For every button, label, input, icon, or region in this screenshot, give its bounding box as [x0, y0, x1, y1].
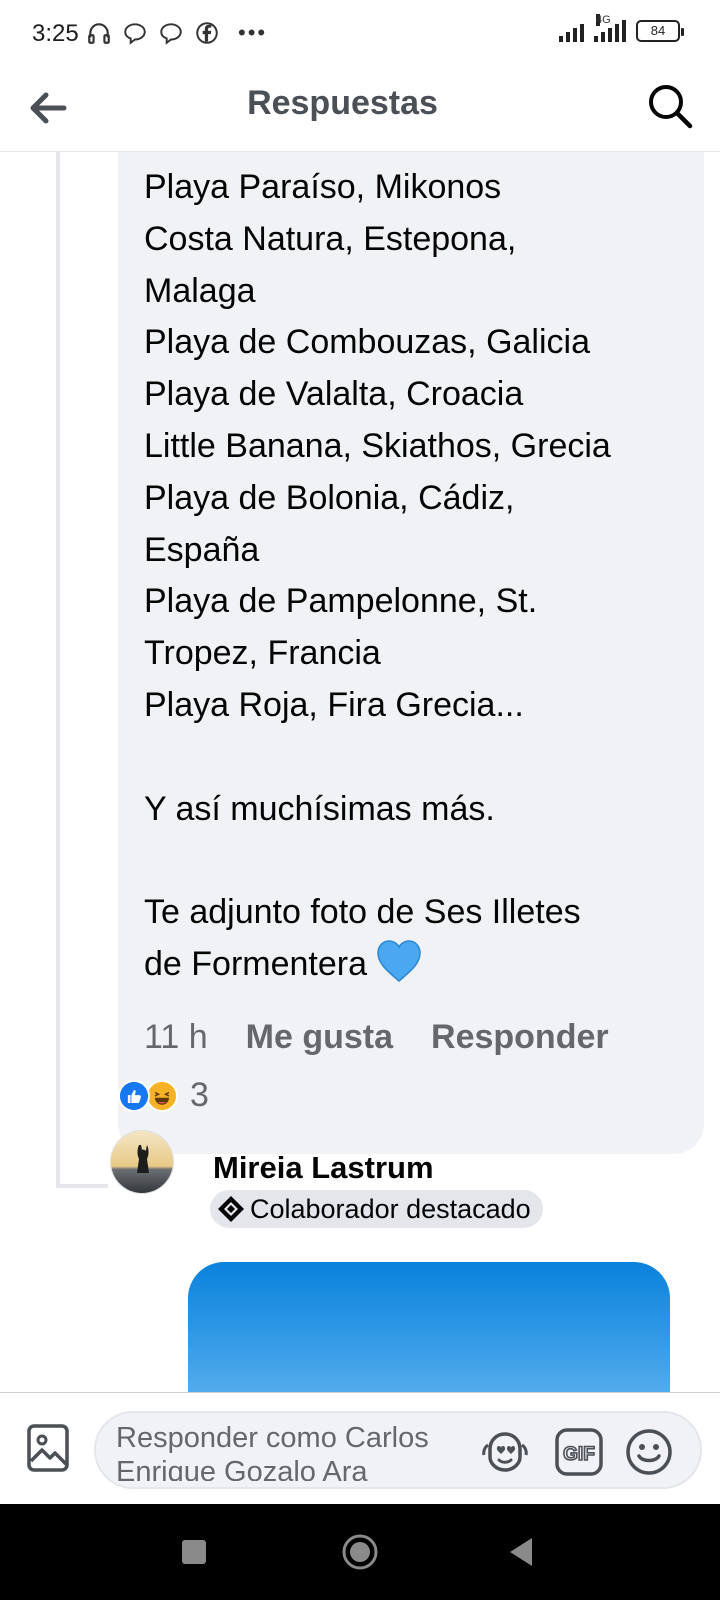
- featured-contributor-icon: [218, 1196, 244, 1222]
- svg-text:GIF: GIF: [563, 1444, 595, 1465]
- system-nav-bar: [0, 1504, 720, 1600]
- emoji-icon[interactable]: [624, 1427, 674, 1477]
- sticker-icon[interactable]: [480, 1427, 530, 1477]
- contributor-badge[interactable]: Colaborador destacado: [210, 1190, 543, 1228]
- comment-time: 11 h: [144, 1018, 208, 1056]
- reply-input-placeholder: Responder como Carlos Enrique Gozalo Ara: [116, 1422, 429, 1481]
- network-signal-icon: 4G: [594, 14, 626, 42]
- avatar[interactable]: [110, 1130, 174, 1194]
- badge-label: Colaborador destacado: [250, 1193, 531, 1224]
- photo-icon[interactable]: [26, 1423, 70, 1473]
- battery-icon: 84: [636, 20, 684, 42]
- reply-input[interactable]: Responder como Carlos Enrique Gozalo Ara…: [94, 1411, 702, 1489]
- like-button[interactable]: Me gusta: [246, 1018, 393, 1057]
- thread-connector: [56, 152, 60, 1188]
- app-header: Respuestas: [0, 70, 720, 152]
- status-bar: 3:25 ••• 4G 84: [0, 0, 720, 70]
- reply-button[interactable]: Responder: [431, 1018, 609, 1057]
- status-time: 3:25: [32, 20, 79, 47]
- comment-text: Playa Paraíso, Mikonos Costa Natura, Est…: [144, 168, 611, 983]
- reactions-summary[interactable]: 3: [118, 1076, 209, 1115]
- comment-actions: 11 h Me gusta Responder: [144, 1018, 647, 1057]
- gif-icon[interactable]: GIF: [554, 1427, 604, 1477]
- page-title: Respuestas: [247, 84, 438, 122]
- heart-icon: [377, 940, 422, 982]
- replies-thread[interactable]: Playa Paraíso, Mikonos Costa Natura, Est…: [0, 152, 720, 1392]
- notification-icons: •••: [86, 20, 267, 46]
- back-button-icon[interactable]: [500, 1530, 544, 1574]
- system-indicators: 4G 84: [559, 14, 684, 42]
- facebook-icon: [196, 22, 218, 44]
- reply-author-name[interactable]: Mireia Lastrum: [213, 1150, 434, 1186]
- thread-connector: [56, 1184, 108, 1188]
- signal-icon: [559, 20, 584, 42]
- avatar-image: [111, 1131, 173, 1193]
- recents-button-icon[interactable]: [172, 1530, 216, 1574]
- messenger-icon: [124, 23, 146, 45]
- reply-composer: Responder como Carlos Enrique Gozalo Ara…: [0, 1392, 720, 1504]
- reaction-count: 3: [190, 1076, 209, 1114]
- home-button-icon[interactable]: [338, 1530, 382, 1574]
- search-icon[interactable]: [644, 80, 696, 132]
- messenger-icon: [160, 23, 182, 45]
- haha-reaction-icon: [146, 1079, 178, 1112]
- like-reaction-icon: [118, 1079, 150, 1112]
- attached-photo[interactable]: [188, 1262, 670, 1392]
- headphones-icon: [88, 23, 110, 44]
- more-notifications-icon: •••: [238, 20, 268, 45]
